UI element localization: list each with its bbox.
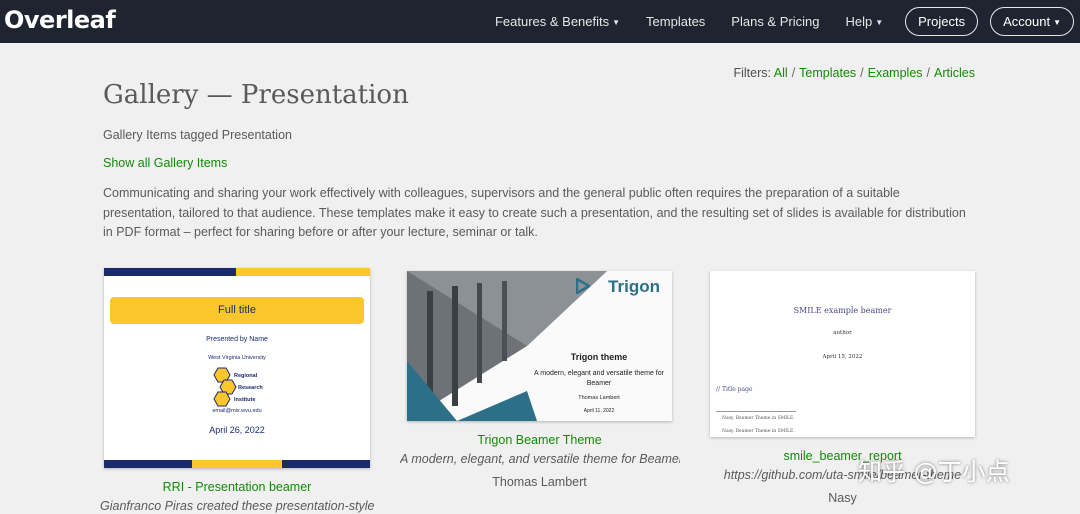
tagged-subtitle: Gallery Items tagged Presentation	[103, 128, 292, 142]
smile-thumb-title: SMILE example beamer	[793, 306, 892, 315]
nav-help[interactable]: Help ▼	[845, 14, 883, 29]
institute-word-2: Research	[238, 385, 263, 391]
card-thumbnail-rri[interactable]: Full title Presented by Name West Virgin…	[104, 268, 370, 468]
gallery-description: Communicating and sharing your work effe…	[103, 186, 966, 239]
filter-all[interactable]: All	[774, 66, 788, 80]
nav-templates[interactable]: Templates	[646, 14, 705, 29]
thumb-presented: Presented by Name	[206, 336, 268, 343]
smile-thumb-author: author	[833, 330, 852, 336]
page-title: Gallery — Presentation	[103, 80, 409, 110]
watermark: 知乎 @丁小点	[858, 458, 1010, 486]
filter-separator: /	[791, 66, 796, 80]
top-navbar: Overleaf Features & Benefits ▼ Templates …	[0, 0, 1080, 43]
trigon-subtitle: A modern, elegant and versatile theme fo…	[534, 370, 664, 387]
thumb-email: email@mix.wvu.edu	[212, 408, 262, 414]
filter-separator: /	[860, 66, 864, 80]
card-thumbnail-smile[interactable]: SMILE example beamer author April 15, 20…	[710, 271, 975, 437]
nav-features-label: Features & Benefits	[494, 14, 610, 29]
account-label: Account	[1003, 14, 1051, 29]
filters-label: Filters:	[733, 66, 771, 80]
smile-footnote-2: Nasy. Beamer Theme in SMILE.	[722, 429, 795, 434]
institute-word-3: Institute	[234, 397, 255, 403]
card-thumbnail-trigon[interactable]: Trigon Trigon theme A modern, elegant an…	[407, 271, 672, 421]
filters-bar: Filters: All / Templates / Examples / Articles	[733, 66, 975, 80]
filter-templates[interactable]: Templates	[799, 66, 856, 80]
filter-examples[interactable]: Examples	[868, 66, 923, 80]
card-title-rri[interactable]: RRI - Presentation beamer	[104, 480, 370, 494]
caret-down-icon: ▼	[612, 18, 621, 28]
show-all-link[interactable]: Show all Gallery Items	[103, 156, 227, 170]
trigon-author: Thomas Lambert	[578, 395, 620, 401]
smile-thumb-date: April 15, 2022	[822, 354, 863, 360]
trigon-logo-icon	[576, 278, 590, 294]
main-nav: Features & Benefits ▼ Templates Plans & P…	[495, 0, 1074, 43]
footnote-rule	[716, 411, 796, 412]
hexagon-logo-icon: Regional Research Institute	[213, 367, 263, 407]
smile-thumb-section: // Title page	[716, 386, 753, 393]
card-title-trigon[interactable]: Trigon Beamer Theme	[407, 433, 672, 447]
card-author-smile: Nasy	[828, 491, 857, 505]
nav-help-label: Help	[845, 14, 873, 29]
trigon-brand: Trigon	[608, 277, 660, 296]
caret-down-icon: ▼	[875, 18, 884, 28]
trigon-date: April 11, 2022	[583, 408, 615, 414]
nav-features[interactable]: Features & Benefits ▼	[495, 14, 620, 29]
thumb-university: West Virginia University	[208, 355, 266, 361]
thumb-bottom-stripe	[104, 460, 370, 468]
institute-word-1: Regional	[234, 373, 258, 379]
thumb-title-bar: Full title	[110, 297, 364, 324]
overleaf-logo[interactable]: Overleaf	[4, 6, 116, 34]
card-author-trigon: Thomas Lambert	[492, 475, 587, 489]
thumb-date: April 26, 2022	[209, 425, 265, 435]
trigon-slide-title: Trigon theme	[570, 352, 628, 362]
card-description-rri: Gianfranco Piras created these presentat…	[100, 499, 374, 513]
nav-plans[interactable]: Plans & Pricing	[731, 14, 819, 29]
account-button[interactable]: Account ▼	[990, 7, 1074, 36]
projects-button[interactable]: Projects	[905, 7, 979, 36]
filter-articles[interactable]: Articles	[934, 66, 975, 80]
thumb-top-stripe	[104, 268, 370, 276]
card-description-trigon: A modern, elegant, and versatile theme f…	[400, 452, 680, 466]
filter-separator: /	[926, 66, 931, 80]
caret-down-icon: ▼	[1053, 18, 1061, 28]
smile-footnote-1: Nasy. Beamer Theme in SMILE.	[722, 416, 795, 421]
